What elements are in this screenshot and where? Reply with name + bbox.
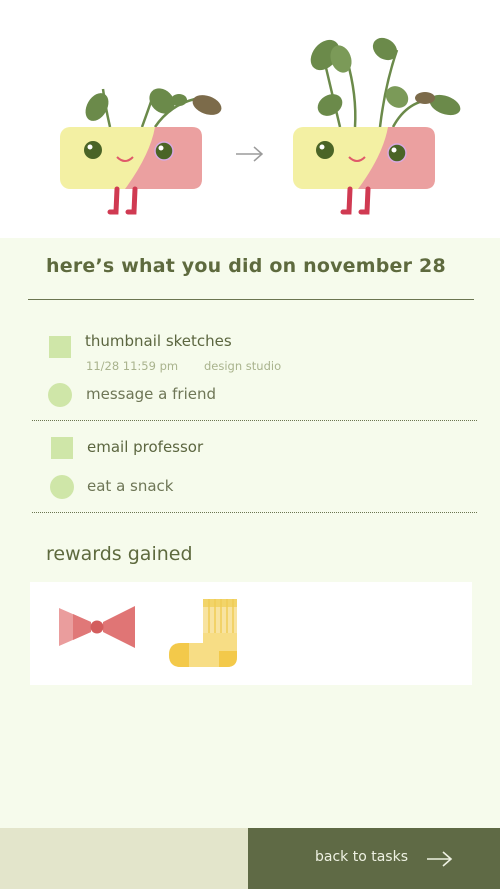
plant-pot-grown-icon	[293, 37, 461, 215]
summary-panel	[0, 238, 500, 828]
task-timestamp: 11/28 11:59 pm	[86, 359, 179, 373]
task-square-icon	[49, 336, 71, 358]
section-divider	[32, 420, 477, 421]
task-category: design studio	[204, 359, 282, 373]
plant-pot-small-icon	[60, 88, 222, 215]
task-label[interactable]: message a friend	[86, 385, 216, 403]
task-circle-icon	[48, 383, 72, 407]
rewards-box	[30, 582, 472, 685]
plant-growth-illustration	[0, 0, 500, 238]
task-label[interactable]: eat a snack	[87, 477, 173, 495]
section-divider	[32, 512, 477, 513]
back-to-tasks-button[interactable]: back to tasks	[248, 828, 500, 889]
footer-spacer	[0, 828, 248, 889]
task-square-icon	[51, 437, 73, 459]
task-label[interactable]: email professor	[87, 438, 203, 456]
page-title: here’s what you did on november 28	[46, 255, 446, 277]
task-circle-icon	[50, 475, 74, 499]
task-label[interactable]: thumbnail sketches	[85, 332, 232, 350]
sock-icon[interactable]	[167, 597, 239, 669]
title-divider	[28, 299, 474, 300]
rewards-title: rewards gained	[46, 543, 193, 565]
bow-tie-icon[interactable]	[59, 604, 135, 650]
arrow-right-icon	[427, 851, 453, 867]
back-to-tasks-label: back to tasks	[315, 849, 408, 865]
growth-arrow-icon	[236, 146, 264, 162]
